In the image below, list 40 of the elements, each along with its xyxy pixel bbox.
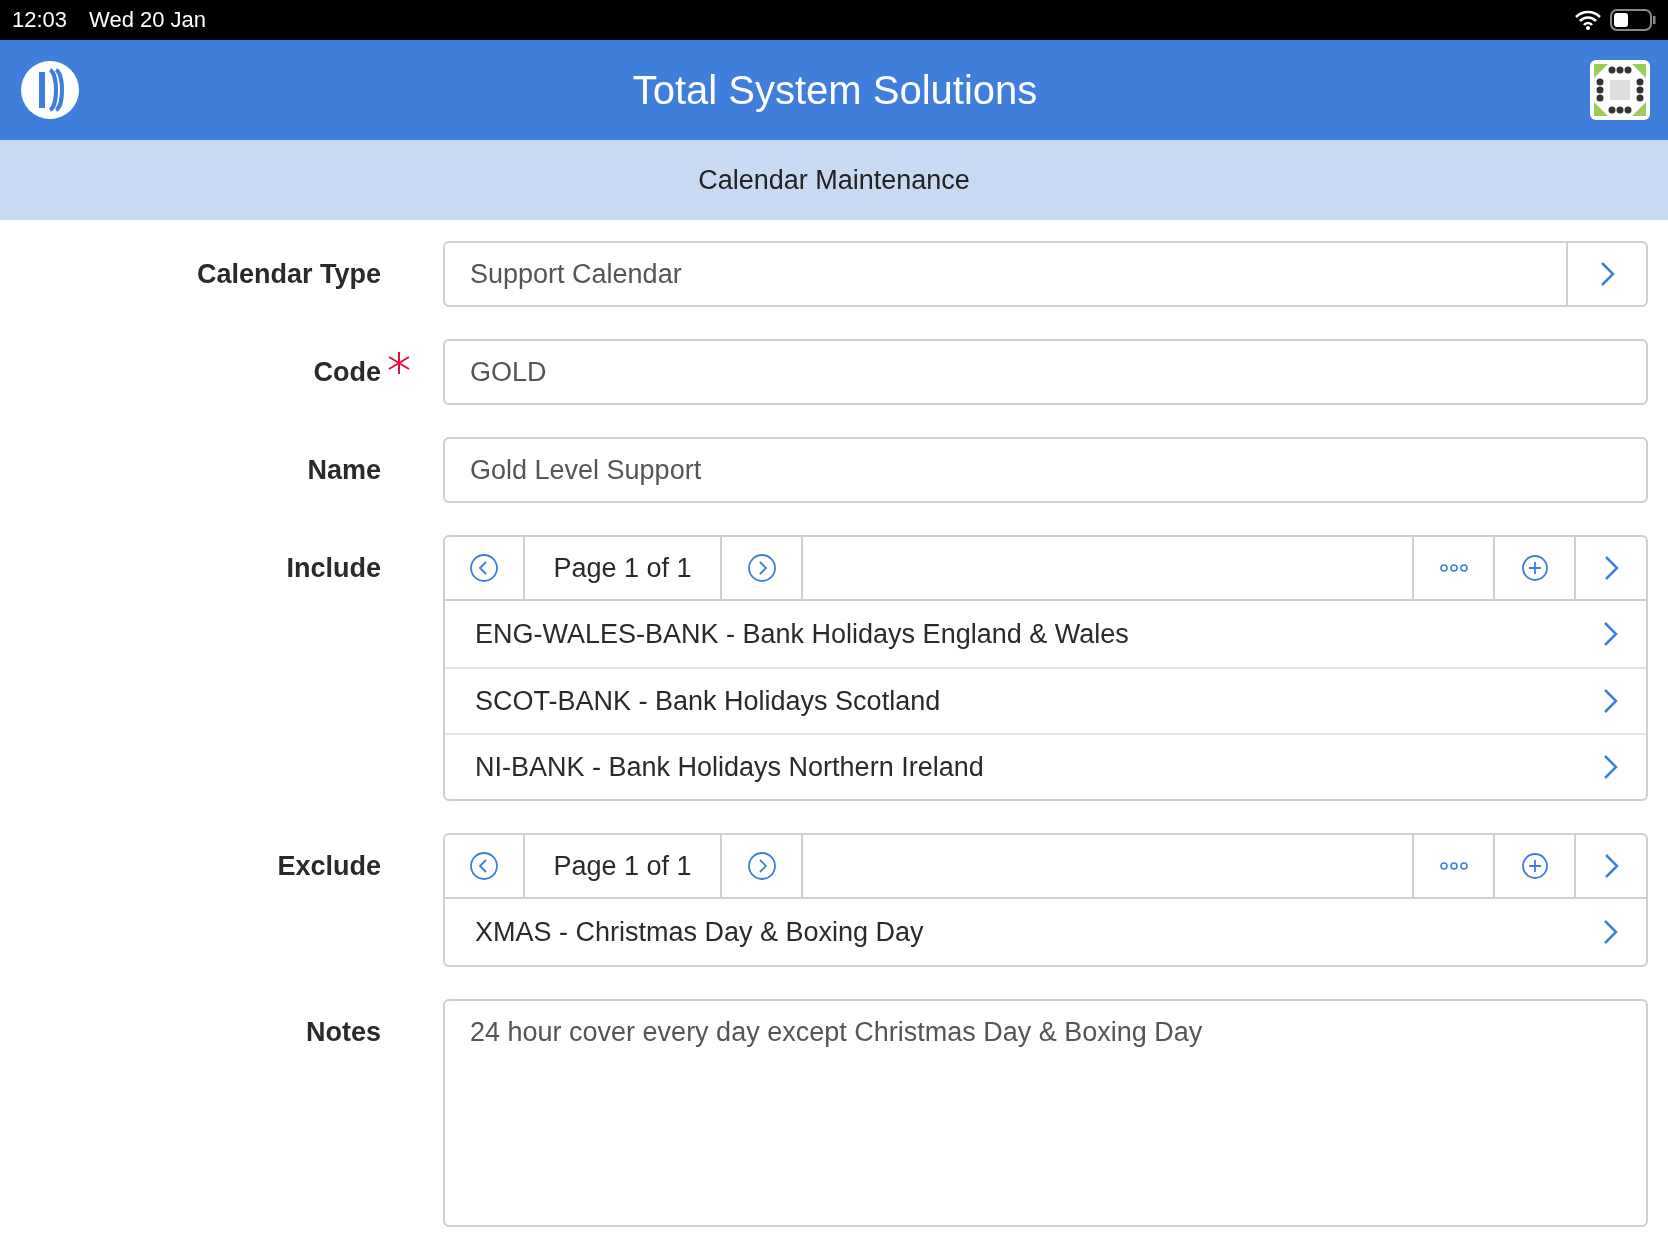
notes-field[interactable]: 24 hour cover every day except Christmas Day & Boxing Day <box>443 999 1648 1227</box>
select-value: Support Calendar <box>470 258 682 290</box>
chevron-right-icon <box>1603 555 1619 581</box>
chevron-right-icon <box>1602 754 1618 780</box>
field-label: Notes <box>306 1016 381 1048</box>
field-label: Exclude <box>277 850 381 882</box>
chevron-right-icon <box>1603 853 1619 879</box>
more-icon <box>1439 564 1468 572</box>
page-indicator: Page 1 of 1 <box>525 835 722 897</box>
chevron-right-icon <box>1602 919 1618 945</box>
chevron-right-icon <box>1602 621 1618 647</box>
input-field[interactable]: Gold Level Support <box>443 437 1648 503</box>
field-label: Include <box>286 552 381 584</box>
more-icon <box>1439 862 1468 870</box>
battery-icon <box>1610 9 1656 31</box>
list-item[interactable]: SCOT-BANK - Bank Holidays Scotland <box>445 667 1646 733</box>
previous-icon <box>469 851 499 881</box>
chevron-right-icon <box>1599 261 1615 287</box>
previous-icon <box>469 553 499 583</box>
chevron-right-icon <box>1602 688 1618 714</box>
input-field[interactable]: GOLD <box>443 339 1648 405</box>
add-icon <box>1520 852 1549 880</box>
next-icon <box>746 851 777 881</box>
list-item[interactable]: ENG-WALES-BANK - Bank Holidays England & Wales <box>445 601 1646 667</box>
app-title: Total System Solutions <box>631 67 1039 113</box>
status-date: Wed 20 Jan <box>89 7 207 33</box>
wifi-icon <box>1574 10 1602 30</box>
select-field[interactable]: Support Calendar <box>443 241 1648 307</box>
field-label: Code <box>313 356 381 388</box>
page-subtitle: Calendar Maintenance <box>0 140 1668 220</box>
list-item[interactable]: NI-BANK - Bank Holidays Northern Ireland <box>445 733 1646 799</box>
status-time: 12:03 <box>12 7 68 33</box>
next-icon <box>746 553 777 583</box>
field-label: Calendar Type <box>196 258 381 290</box>
app-grid-icon[interactable] <box>1590 60 1650 120</box>
logo-icon <box>20 60 80 120</box>
list-item[interactable]: XMAS - Christmas Day & Boxing Day <box>445 899 1646 965</box>
page-indicator: Page 1 of 1 <box>525 537 722 599</box>
add-icon <box>1520 554 1549 582</box>
field-label: Name <box>307 454 381 486</box>
